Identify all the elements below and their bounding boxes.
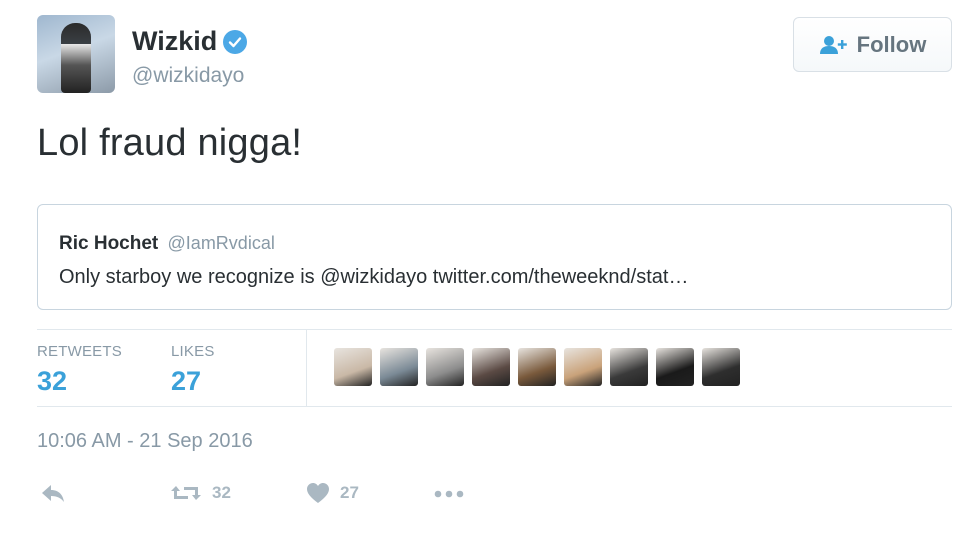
author-handle[interactable]: @wizkidayo [132,64,244,88]
quoted-author-handle: @IamRvdical [167,233,275,253]
more-button[interactable] [433,482,465,504]
follow-button[interactable]: Follow [793,17,952,72]
retweets-count[interactable]: 32 [37,366,67,397]
liker-avatar[interactable] [518,348,556,386]
liker-avatar[interactable] [656,348,694,386]
liker-avatar[interactable] [380,348,418,386]
author-name-text[interactable]: Wizkid [132,26,217,57]
liker-avatar[interactable] [472,348,510,386]
retweet-count: 32 [212,483,231,502]
divider-bottom [37,406,952,407]
quoted-tweet-text: Only starboy we recognize is @wizkidayo … [59,266,689,288]
author-name[interactable]: Wizkid [132,26,248,57]
stats-divider [306,329,307,406]
tweet-actions: 32 27 [0,482,980,512]
liker-avatar[interactable] [702,348,740,386]
likes-count[interactable]: 27 [171,366,201,397]
likes-label: LIKES [171,343,215,360]
retweets-label: RETWEETS [37,343,122,360]
liker-avatar[interactable] [426,348,464,386]
add-user-icon [819,35,847,54]
reply-icon [42,485,64,502]
liker-avatar[interactable] [564,348,602,386]
heart-icon [307,483,329,503]
quoted-tweet-header: Ric Hochet @IamRvdical [59,233,275,255]
divider-top [37,329,952,330]
like-button[interactable]: 27 [306,482,359,504]
retweet-icon [171,486,201,500]
verified-badge-icon [223,29,248,54]
quoted-author-name: Ric Hochet [59,233,159,254]
avatar[interactable] [37,15,115,93]
follow-button-label: Follow [856,31,927,57]
like-count: 27 [340,483,359,502]
tweet-timestamp[interactable]: 10:06 AM - 21 Sep 2016 [37,430,253,453]
liker-avatar[interactable] [334,348,372,386]
liker-avatar[interactable] [610,348,648,386]
reply-button[interactable] [39,482,67,504]
more-icon [434,490,464,498]
liker-avatars [334,348,740,386]
retweet-button[interactable]: 32 [170,482,231,504]
tweet-text: Lol fraud nigga! [37,122,303,164]
quoted-tweet[interactable]: Ric Hochet @IamRvdical Only starboy we r… [37,204,952,310]
avatar-figure [61,23,91,93]
